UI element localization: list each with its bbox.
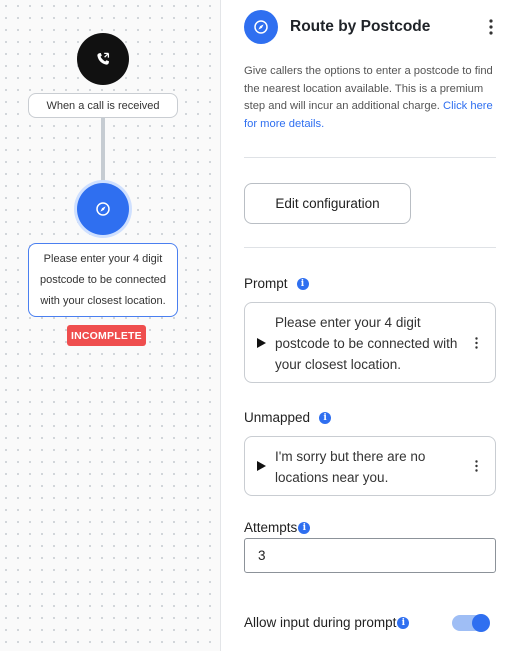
compass-icon: [96, 202, 110, 216]
info-icon[interactable]: i: [319, 411, 332, 424]
info-icon[interactable]: i: [298, 521, 311, 534]
unmapped-audio-card[interactable]: I'm sorry but there are no locations nea…: [244, 436, 496, 496]
allow-input-label: Allow input during prompt: [244, 615, 397, 630]
toggle-knob[interactable]: [472, 614, 490, 632]
play-icon[interactable]: [257, 338, 266, 348]
route-step-node[interactable]: [77, 183, 129, 235]
status-badge: INCOMPLETE: [67, 325, 146, 346]
play-icon[interactable]: [257, 461, 266, 471]
trigger-node[interactable]: [77, 33, 129, 85]
prompt-label: Prompt: [244, 276, 288, 291]
flow-connector: [101, 118, 105, 184]
step-description: Give callers the options to enter a post…: [244, 63, 499, 133]
attempts-input[interactable]: [244, 538, 496, 573]
compass-icon: [244, 10, 278, 44]
allow-input-toggle[interactable]: [452, 614, 490, 632]
step-settings-panel: Route by Postcode Give callers the optio…: [222, 0, 513, 651]
kebab-menu-icon[interactable]: [471, 333, 481, 353]
allow-input-section-label: Allow input during prompt i: [244, 615, 410, 630]
kebab-menu-icon[interactable]: [483, 15, 499, 39]
attempts-section-label: Attempts i: [244, 520, 311, 535]
kebab-menu-icon[interactable]: [471, 456, 481, 476]
unmapped-text: I'm sorry but there are no locations nea…: [275, 449, 426, 485]
attempts-label: Attempts: [244, 520, 298, 535]
trigger-label[interactable]: When a call is received: [28, 93, 178, 118]
prompt-text: Please enter your 4 digit postcode to be…: [275, 315, 458, 372]
info-icon[interactable]: i: [397, 616, 410, 629]
phone-incoming-icon: [97, 52, 110, 65]
info-icon[interactable]: i: [296, 277, 309, 290]
panel-header: Route by Postcode: [244, 8, 499, 46]
unmapped-label: Unmapped: [244, 410, 311, 425]
divider: [244, 157, 496, 158]
unmapped-section-label: Unmapped i: [244, 410, 332, 425]
step-label[interactable]: Please enter your 4 digit postcode to be…: [28, 243, 178, 317]
prompt-section-label: Prompt i: [244, 276, 309, 291]
edit-configuration-button[interactable]: Edit configuration: [244, 183, 411, 224]
prompt-audio-card[interactable]: Please enter your 4 digit postcode to be…: [244, 302, 496, 383]
divider: [244, 247, 496, 248]
panel-title: Route by Postcode: [290, 18, 431, 35]
flow-canvas[interactable]: When a call is received Please enter you…: [0, 0, 221, 651]
